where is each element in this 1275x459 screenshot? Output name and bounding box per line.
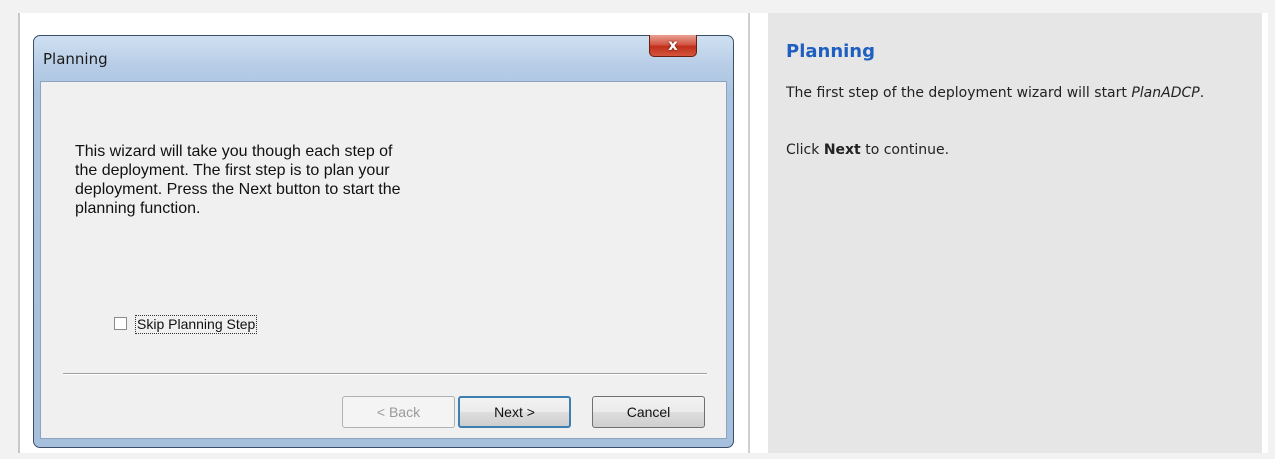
help-p1-end: . [1199,85,1205,101]
planning-dialog: Planning x This wizard will take you tho… [33,35,734,448]
help-title: Planning [786,41,876,62]
close-icon: x [668,36,678,54]
help-p1-italic: PlanADCP [1131,85,1200,101]
dialog-client-area: This wizard will take you though each st… [40,81,727,439]
help-panel: Planning The first step of the deploymen… [768,13,1262,453]
layout-table: Planning x This wizard will take you tho… [18,13,1268,453]
wizard-message: This wizard will take you though each st… [75,143,401,217]
close-button[interactable]: x [649,35,697,57]
cancel-button[interactable]: Cancel [592,396,705,428]
divider [63,373,707,375]
screenshot-cell: Planning x This wizard will take you tho… [20,13,748,453]
skip-planning-checkbox[interactable] [114,317,127,330]
help-paragraph-2: Click Next to continue. [786,142,949,158]
dialog-title: Planning [43,50,108,68]
help-p2-bold: Next [823,142,861,158]
help-p2-pre: Click [786,142,824,158]
next-button[interactable]: Next > [458,396,571,428]
back-button[interactable]: < Back [342,396,455,428]
help-p1-text: The first step of the deployment wizard … [786,85,1132,101]
skip-planning-label[interactable]: Skip Planning Step [135,315,258,334]
help-cell: Planning The first step of the deploymen… [750,13,1268,453]
help-p2-post: to continue. [860,142,950,158]
help-paragraph-1: The first step of the deployment wizard … [786,83,1206,104]
